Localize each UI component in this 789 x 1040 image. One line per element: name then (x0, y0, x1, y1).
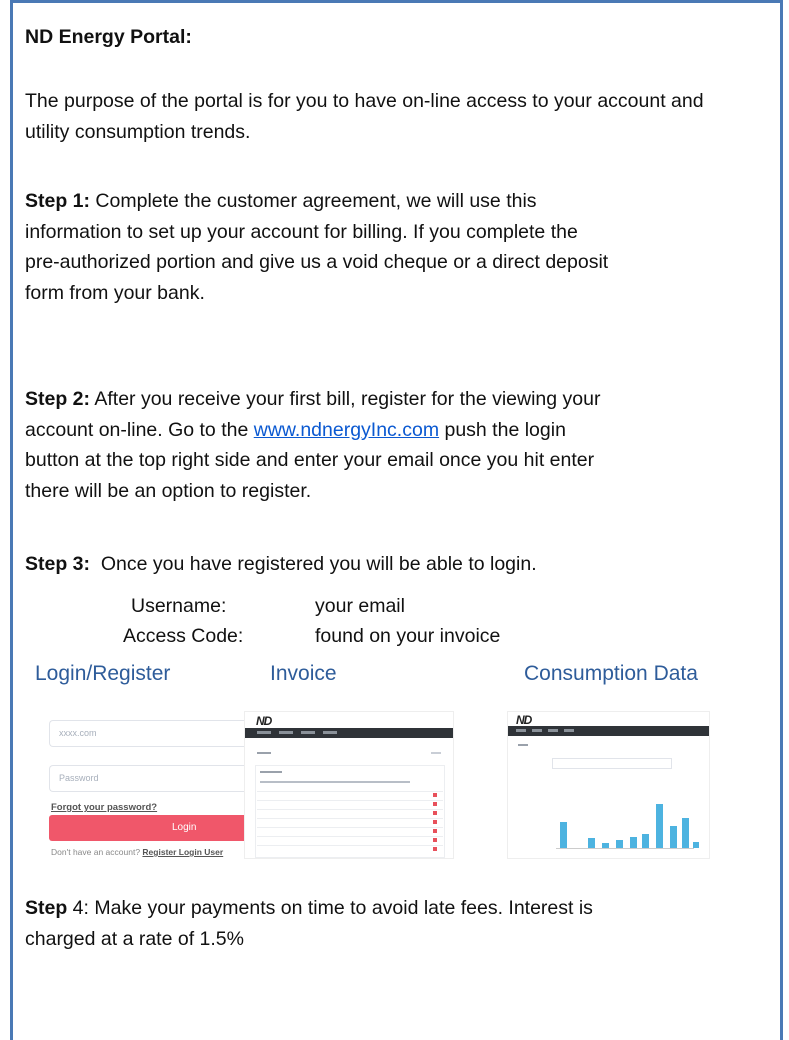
website-link[interactable]: www.ndnergyInc.com (254, 419, 439, 441)
register-link[interactable]: Register Login User (142, 847, 223, 857)
username-label: Username: (131, 595, 227, 617)
meter-select[interactable] (552, 758, 672, 769)
step2-line4: there will be an option to register. (25, 479, 312, 502)
login-screenshot: xxxx.com Password Forgot your password? … (27, 711, 255, 861)
register-line: Don't have an account? Register Login Us… (51, 847, 223, 857)
consumption-logo: ND (516, 713, 532, 727)
step1-line2: information to set up your account for b… (25, 220, 578, 243)
step3-text: Once you have registered you will be abl… (90, 553, 537, 575)
step1-paragraph: Step 1: Complete the customer agreement,… (25, 186, 745, 308)
step1-line3: pre-authorized portion and give us a voi… (25, 251, 609, 273)
invoice-logo: ND (256, 714, 272, 728)
step2-line2a: account on-line. Go to the (25, 418, 254, 441)
step1-line4: form from your bank. (25, 281, 205, 304)
step1-line1: Complete the customer agreement, we will… (90, 190, 537, 212)
access-code-label: Access Code: (123, 625, 244, 647)
step2-paragraph: Step 2: After you receive your first bil… (25, 384, 745, 506)
consumption-navbar (508, 726, 709, 736)
document-frame (10, 0, 783, 1040)
login-button-label: Login (172, 822, 197, 833)
step2-line1: After you receive your first bill, regis… (90, 388, 601, 410)
step3-label: Step 3: (25, 553, 91, 575)
step2-label: Step 2: (25, 388, 91, 410)
step3-paragraph: Step 3: Once you have registered you wil… (25, 549, 745, 580)
step2-line3: button at the top right side and enter y… (25, 449, 595, 471)
forgot-password-link[interactable]: Forgot your password? (51, 802, 157, 813)
consumption-screenshot: ND (507, 711, 710, 859)
consumption-title: Consumption Data (524, 662, 698, 685)
username-value: your email (315, 595, 405, 617)
step4-line2: charged at a rate of 1.5% (25, 927, 244, 950)
page-title: ND Energy Portal: (25, 26, 192, 48)
step1-label: Step 1: (25, 190, 91, 212)
login-button[interactable]: Login (49, 815, 255, 841)
purpose-paragraph: The purpose of the portal is for you to … (25, 90, 704, 143)
invoice-title: Invoice (270, 662, 337, 685)
email-field[interactable]: xxxx.com (49, 720, 255, 747)
consumption-chart (556, 794, 699, 849)
password-field[interactable]: Password (49, 765, 255, 792)
step4-label: Step (25, 897, 68, 919)
invoice-screenshot: ND (244, 711, 454, 859)
step4-line1: 4: Make your payments on time to avoid l… (67, 897, 593, 919)
invoice-navbar (245, 728, 453, 738)
access-code-value: found on your invoice (315, 625, 501, 647)
step2-line2b: push the login (439, 418, 566, 441)
login-register-title: Login/Register (35, 662, 171, 685)
step4-paragraph: Step 4: Make your payments on time to av… (25, 893, 745, 954)
no-account-text: Don't have an account? (51, 847, 143, 857)
